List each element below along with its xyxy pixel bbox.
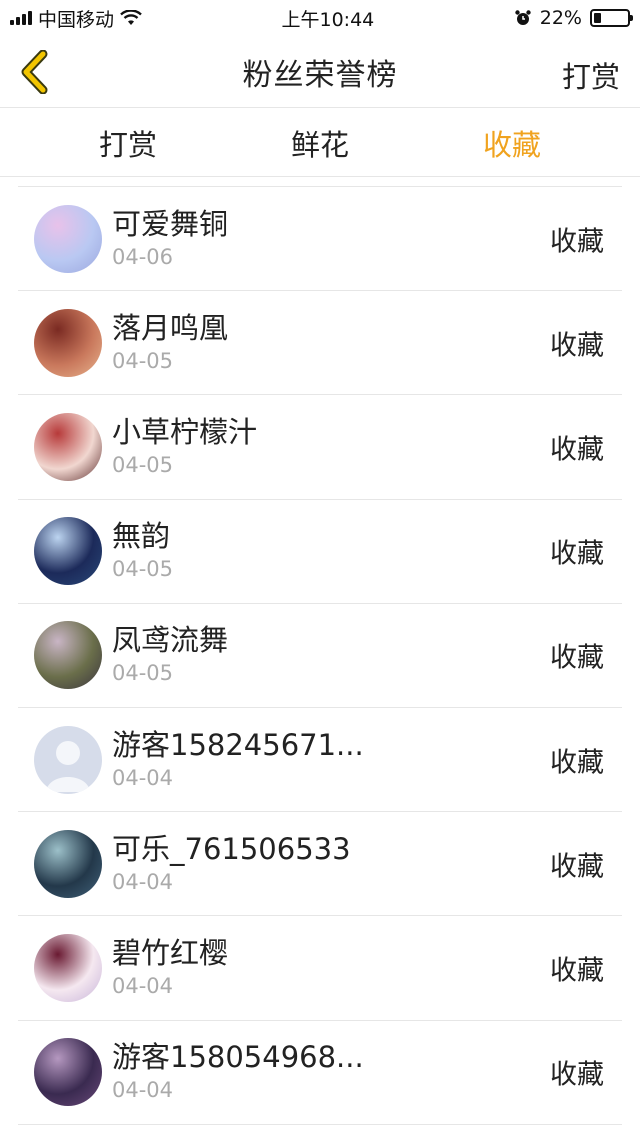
list-item[interactable]: 游客158245671... 04-04 收藏 [18, 708, 622, 813]
battery-icon [589, 9, 633, 27]
user-date: 04-04 [112, 1078, 174, 1103]
favorite-label: 收藏 [550, 955, 604, 987]
avatar[interactable] [34, 308, 102, 377]
favorite-label: 收藏 [550, 851, 604, 883]
list-item[interactable]: 無韵 04-05 收藏 [18, 500, 622, 604]
back-button[interactable] [12, 48, 56, 96]
tab-favorites[interactable]: 收藏 [416, 122, 608, 164]
user-name: 無韵 [112, 519, 171, 554]
avatar[interactable] [34, 1038, 102, 1107]
favorite-label: 收藏 [550, 434, 604, 466]
user-info: 落月鸣凰 04-05 [112, 310, 228, 376]
user-name: 可爱舞铜 [112, 206, 229, 241]
user-info: 碧竹红樱 04-04 [112, 935, 228, 1001]
list-item[interactable]: 可爱舞铜 04-06 收藏 [18, 187, 622, 292]
status-time: 上午10:44 [281, 8, 375, 31]
status-bar: 中国移动 上午10:44 22% [0, 0, 640, 36]
avatar[interactable] [34, 621, 102, 690]
status-right: 22% [514, 7, 633, 29]
tab-flowers[interactable]: 鲜花 [224, 122, 416, 164]
list-item[interactable]: 碧竹红樱 04-04 收藏 [18, 916, 622, 1021]
user-date: 04-06 [112, 244, 174, 269]
user-date: 04-04 [112, 765, 174, 790]
status-left: 中国移动 [10, 5, 142, 32]
fan-list: 可爱舞铜 04-06 收藏 落月鸣凰 04-05 收藏 小草柠檬汁 04-05 收藏 無韵 04-0… [18, 186, 622, 1125]
user-info: 小草柠檬汁 04-05 [112, 414, 257, 480]
page-title: 粉丝荣誉榜 [242, 57, 398, 93]
battery-fill [593, 13, 602, 23]
carrier-label: 中国移动 [38, 8, 115, 31]
avatar[interactable] [34, 204, 102, 273]
favorite-label: 收藏 [550, 226, 604, 258]
avatar[interactable] [34, 412, 102, 481]
favorite-label: 收藏 [550, 538, 604, 570]
avatar[interactable] [34, 933, 102, 1002]
favorite-label: 收藏 [550, 1059, 604, 1091]
user-date: 04-05 [112, 661, 174, 686]
user-date: 04-05 [112, 557, 174, 582]
user-info: 無韵 04-05 [112, 518, 173, 584]
user-date: 04-04 [112, 869, 174, 894]
nav-bar: 粉丝荣誉榜 打赏 [0, 36, 640, 108]
list-item[interactable]: 凤鸢流舞 04-05 收藏 [18, 604, 622, 708]
user-info: 凤鸢流舞 04-05 [112, 622, 228, 688]
list-item[interactable]: 游客158054968... 04-04 收藏 [18, 1021, 622, 1125]
user-date: 04-05 [112, 348, 174, 373]
user-name: 小草柠檬汁 [112, 414, 258, 449]
user-info: 可乐_761506533 04-04 [112, 831, 351, 897]
user-name: 游客158245671... [112, 727, 364, 762]
user-date: 04-04 [112, 973, 174, 998]
user-info: 游客158054968... 04-04 [112, 1039, 364, 1105]
tip-button[interactable]: 打赏 [562, 54, 620, 96]
tab-bar: 打赏 鲜花 收藏 [0, 109, 640, 177]
list-item[interactable]: 可乐_761506533 04-04 收藏 [18, 812, 622, 917]
signal-icon [10, 11, 32, 25]
user-name: 落月鸣凰 [112, 310, 229, 345]
user-info: 游客158245671... 04-04 [112, 727, 364, 793]
user-name: 凤鸢流舞 [112, 623, 229, 658]
user-name: 可乐_761506533 [112, 831, 351, 866]
avatar[interactable] [34, 829, 102, 898]
list-item[interactable]: 落月鸣凰 04-05 收藏 [18, 291, 622, 396]
wifi-icon [120, 10, 142, 25]
user-name: 游客158054968... [112, 1040, 364, 1075]
avatar[interactable] [34, 725, 102, 794]
user-date: 04-05 [112, 452, 174, 477]
battery-percent: 22% [539, 7, 582, 29]
chevron-left-icon [21, 50, 48, 94]
avatar[interactable] [34, 517, 102, 586]
favorite-label: 收藏 [550, 330, 604, 362]
list-item[interactable]: 小草柠檬汁 04-05 收藏 [18, 395, 622, 500]
alarm-icon [515, 10, 531, 25]
user-name: 碧竹红樱 [112, 935, 229, 970]
favorite-label: 收藏 [550, 747, 604, 779]
favorite-label: 收藏 [550, 642, 604, 674]
tab-tip[interactable]: 打赏 [32, 122, 224, 164]
user-info: 可爱舞铜 04-06 [112, 206, 228, 272]
